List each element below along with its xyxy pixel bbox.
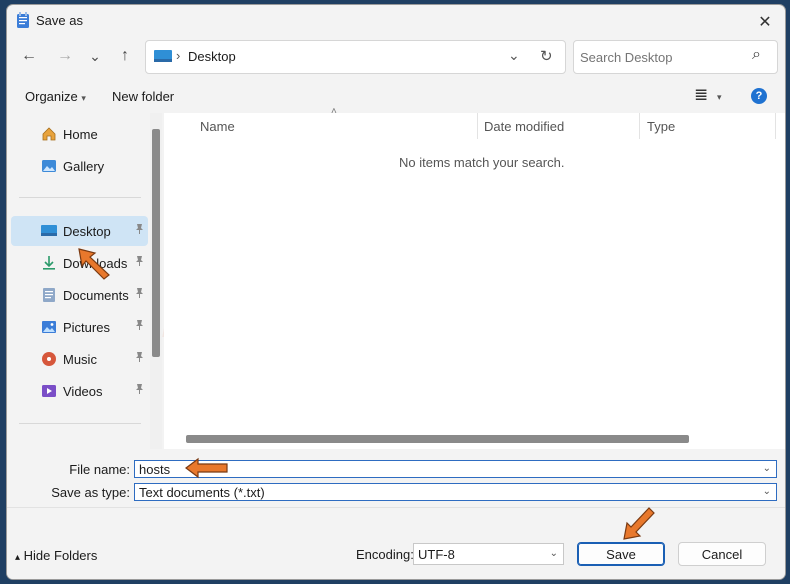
file-name-field[interactable]: hosts ⌄ [134, 460, 777, 478]
sidebar-item-home[interactable]: Home [11, 119, 148, 149]
recent-locations-button[interactable]: ⌄ [81, 42, 109, 70]
sidebar-item-desktop[interactable]: Desktop [11, 216, 148, 246]
title-bar: Save as ✕ [7, 5, 785, 37]
caret-down-icon: ▾ [81, 93, 86, 103]
list-view-icon: ≣ [694, 85, 709, 104]
column-header-name[interactable]: Name [200, 119, 235, 134]
annotation-arrow-icon [185, 457, 228, 479]
sidebar-item-label: Home [63, 126, 98, 142]
sidebar-item-documents[interactable]: Documents [11, 280, 148, 310]
pin-icon [135, 320, 144, 333]
save-as-type-select[interactable]: Text documents (*.txt) ⌄ [134, 483, 777, 501]
column-separator[interactable] [639, 113, 640, 139]
save-button[interactable]: Save [577, 542, 665, 566]
sidebar-item-gallery[interactable]: Gallery [11, 151, 148, 181]
sidebar-divider [19, 423, 141, 424]
search-input[interactable] [578, 46, 742, 68]
sidebar-item-label: Documents [63, 287, 129, 303]
horizontal-scrollbar-thumb[interactable] [186, 435, 689, 443]
cancel-button[interactable]: Cancel [678, 542, 766, 566]
sidebar-divider [19, 197, 141, 198]
encoding-select[interactable]: UTF-8 ⌄ [413, 543, 564, 565]
pin-icon [135, 288, 144, 301]
back-button[interactable]: ← [15, 42, 43, 70]
hide-folders-label: Hide Folders [23, 548, 98, 563]
sidebar-item-music[interactable]: Music [11, 344, 148, 374]
save-as-dialog: PC Save as ✕ ← → ⌄ ↑ › Desktop ⌄ ↻ ⌕ Org… [6, 4, 786, 580]
pin-icon [135, 384, 144, 397]
up-arrow-icon: ↑ [121, 47, 129, 64]
sidebar-item-label: Music [63, 351, 97, 367]
pictures-icon [41, 319, 57, 335]
sidebar-item-pictures[interactable]: Pictures [11, 312, 148, 342]
desktop-icon [41, 223, 57, 239]
help-button[interactable]: ? [751, 88, 767, 104]
close-button[interactable]: ✕ [747, 8, 783, 36]
organize-button[interactable]: Organize ▾ [25, 89, 86, 104]
help-icon: ? [755, 90, 763, 102]
forward-arrow-icon: → [57, 47, 73, 64]
sidebar-scrollbar-thumb[interactable] [152, 129, 160, 357]
chevron-up-icon: ▴ [15, 552, 21, 563]
chevron-down-icon: ⌄ [89, 47, 101, 64]
up-button[interactable]: ↑ [111, 42, 139, 70]
column-separator[interactable] [775, 113, 776, 139]
downloads-icon [41, 255, 57, 271]
videos-icon [41, 383, 57, 399]
sidebar-item-label: Desktop [63, 223, 111, 239]
chevron-down-icon: ⌄ [549, 548, 558, 559]
address-dropdown-button[interactable]: ⌄ [508, 47, 520, 64]
forward-button[interactable]: → [51, 42, 79, 70]
sidebar-item-videos[interactable]: Videos [11, 376, 148, 406]
empty-state-message: No items match your search. [399, 155, 565, 170]
search-box[interactable]: ⌕ [573, 40, 778, 74]
encoding-value: UTF-8 [418, 546, 455, 562]
column-header-date-modified[interactable]: Date modified [484, 119, 564, 134]
notepad-icon [17, 12, 29, 28]
documents-icon [41, 287, 57, 303]
music-icon [41, 351, 57, 367]
pin-icon [135, 224, 144, 237]
desktop-icon [154, 50, 172, 62]
pin-icon [135, 352, 144, 365]
column-header-type[interactable]: Type [647, 119, 675, 134]
window-title: Save as [36, 13, 83, 28]
sidebar-item-label: Videos [63, 383, 103, 399]
refresh-button[interactable]: ↻ [540, 47, 553, 65]
new-folder-button[interactable]: New folder [112, 89, 174, 104]
view-options-button[interactable]: ≣ ▾ [694, 85, 722, 105]
breadcrumb-separator: › [176, 48, 181, 63]
sort-ascending-icon: ˄ [331, 106, 337, 117]
search-icon: ⌕ [752, 46, 761, 63]
back-arrow-icon: ← [21, 47, 37, 64]
sidebar-item-label: Pictures [63, 319, 110, 335]
chevron-down-icon[interactable]: ⌄ [763, 463, 771, 474]
pin-icon [135, 256, 144, 269]
save-as-type-value: Text documents (*.txt) [139, 484, 265, 500]
chevron-down-icon: ⌄ [762, 486, 771, 497]
encoding-label: Encoding: [356, 547, 414, 562]
organize-label: Organize [25, 89, 78, 104]
address-bar[interactable]: › Desktop ⌄ ↻ [145, 40, 566, 74]
save-as-type-label: Save as type: [51, 485, 130, 500]
dialog-footer [7, 507, 785, 579]
sidebar-item-label: Gallery [63, 158, 105, 174]
file-name-value: hosts [139, 461, 171, 477]
home-icon [41, 126, 57, 142]
caret-down-icon: ▾ [716, 92, 722, 102]
file-name-label: File name: [69, 462, 130, 477]
annotation-arrow-icon [623, 507, 655, 540]
annotation-arrow-icon [78, 248, 110, 280]
column-separator[interactable] [477, 113, 478, 139]
breadcrumb-desktop[interactable]: Desktop [188, 49, 236, 64]
hide-folders-button[interactable]: ▴ Hide Folders [15, 548, 97, 563]
gallery-icon [41, 158, 57, 174]
